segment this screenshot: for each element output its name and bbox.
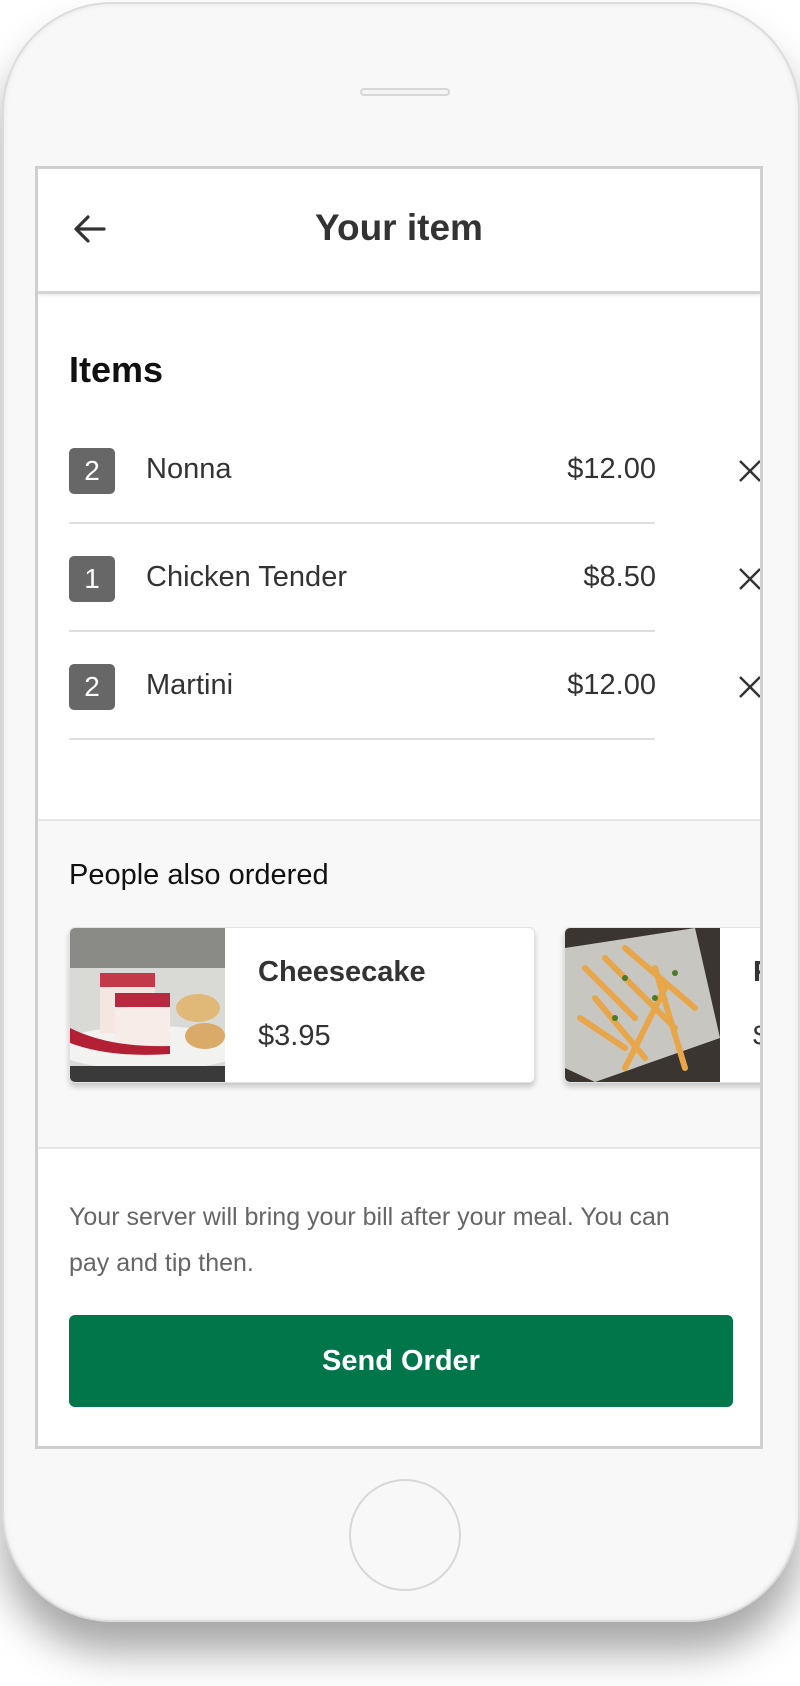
item-price: $8.50 (583, 561, 656, 593)
item-name: Martini (146, 669, 234, 701)
product-card[interactable]: Cheesecake $3.95 (69, 927, 535, 1083)
page-title: Your item (315, 207, 483, 248)
product-card[interactable]: F $ (564, 927, 760, 1083)
item-price: $12.00 (567, 669, 656, 701)
product-name: F (753, 956, 760, 989)
list-item: 2 Nonna $12.00 (69, 441, 760, 501)
item-price: $12.00 (567, 453, 656, 485)
close-icon[interactable] (735, 564, 763, 594)
phone-speaker (360, 88, 450, 96)
product-price: $3.95 (258, 1020, 331, 1052)
people-also-ordered-section: People also ordered Cheesecake $3.95 (38, 819, 760, 1149)
header: Your item (38, 169, 760, 294)
list-item: 1 Chicken Tender $8.50 (69, 549, 760, 609)
product-name: Cheesecake (258, 956, 426, 988)
divider (69, 522, 655, 524)
home-button[interactable] (349, 1479, 461, 1591)
close-icon[interactable] (735, 672, 763, 702)
quantity-badge: 2 (69, 664, 115, 710)
divider (69, 630, 655, 632)
quantity-badge: 2 (69, 448, 115, 494)
bill-note: Your server will bring your bill after y… (69, 1203, 670, 1277)
quantity-badge: 1 (69, 556, 115, 602)
fries-image (565, 928, 720, 1082)
section-heading: People also ordered (69, 859, 329, 891)
app-screen: Your item Items 2 Nonna $12.00 1 Chicken… (35, 166, 763, 1449)
list-item: 2 Martini $12.00 (69, 657, 760, 717)
send-order-button[interactable]: Send Order (69, 1315, 733, 1407)
item-name: Nonna (146, 453, 232, 485)
cheesecake-image (70, 928, 225, 1082)
divider (69, 738, 655, 740)
product-price: $ (753, 1020, 760, 1053)
item-name: Chicken Tender (146, 561, 347, 593)
close-icon[interactable] (735, 456, 763, 486)
items-heading: Items (69, 349, 164, 390)
